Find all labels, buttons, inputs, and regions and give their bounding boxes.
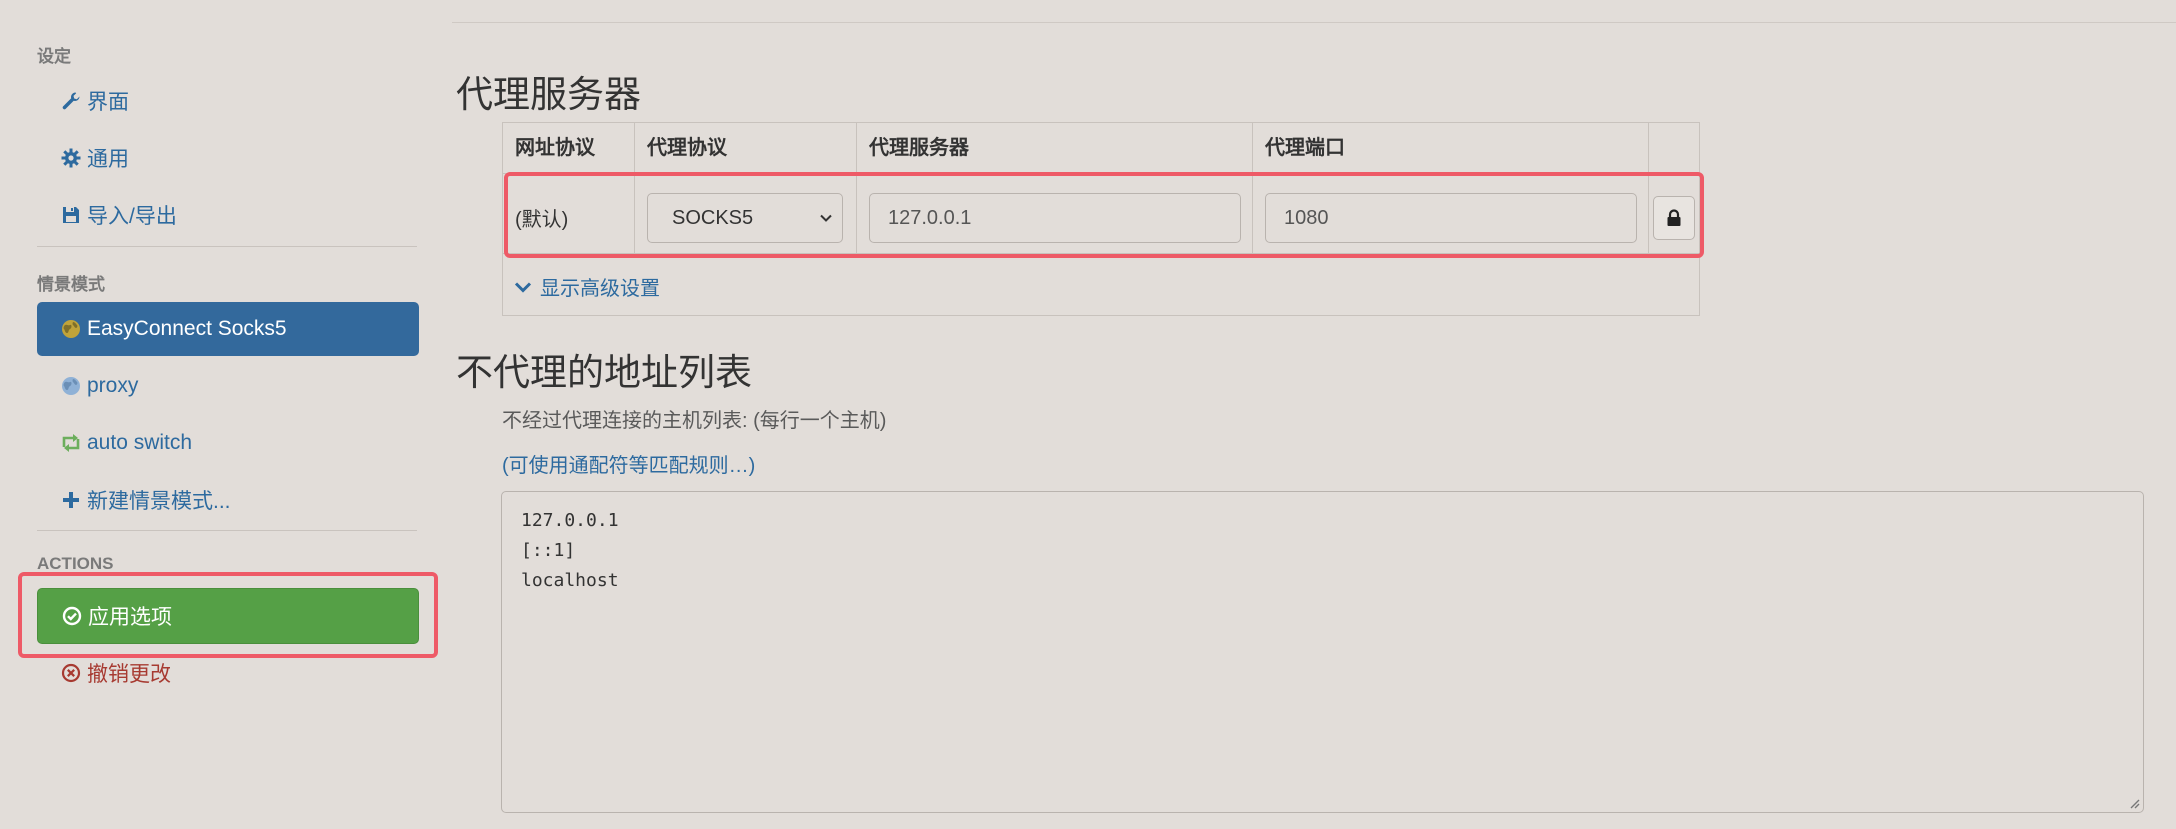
lock-button[interactable] bbox=[1653, 196, 1695, 240]
row-divider bbox=[503, 253, 1699, 254]
proxy-protocol-select[interactable]: SOCKS5 bbox=[647, 193, 843, 243]
proxy-table: 网址协议 代理协议 代理服务器 代理端口 (默认) SOCKS5 127.0.0… bbox=[502, 122, 1700, 316]
retweet-icon bbox=[59, 431, 83, 455]
bypass-entry: 127.0.0.1 bbox=[521, 510, 619, 531]
discard-changes-button[interactable]: 撤销更改 bbox=[37, 646, 419, 700]
column-divider bbox=[1252, 123, 1253, 254]
show-advanced-settings-label: 显示高级设置 bbox=[540, 278, 660, 300]
sidebar-item-import-export[interactable]: 导入/导出 bbox=[37, 188, 419, 242]
row-divider bbox=[503, 173, 1699, 174]
profile-easyconnect-socks5[interactable]: EasyConnect Socks5 bbox=[37, 302, 419, 356]
discard-changes-label: 撤销更改 bbox=[87, 663, 171, 686]
gear-icon bbox=[59, 146, 83, 170]
profiles-header: 情景模式 bbox=[37, 275, 105, 294]
resize-grip-icon[interactable] bbox=[2128, 797, 2140, 809]
check-circle-icon bbox=[60, 604, 84, 628]
close-circle-icon bbox=[59, 661, 83, 685]
profile-proxy[interactable]: proxy bbox=[37, 359, 419, 413]
actions-header: ACTIONS bbox=[37, 554, 114, 573]
bypass-entry: localhost bbox=[521, 570, 619, 591]
apply-options-button[interactable]: 应用选项 bbox=[37, 588, 419, 644]
sidebar-item-label: proxy bbox=[87, 374, 139, 397]
sidebar-item-label: 导入/导出 bbox=[87, 205, 177, 228]
bypass-list-textarea[interactable]: 127.0.0.1 [::1] localhost bbox=[501, 491, 2144, 813]
globe-icon bbox=[59, 317, 83, 341]
bypass-section-title: 不代理的地址列表 bbox=[456, 352, 752, 393]
sidebar-item-label: EasyConnect Socks5 bbox=[87, 317, 287, 340]
wrench-icon bbox=[59, 89, 83, 113]
bypass-entry: [::1] bbox=[521, 540, 576, 561]
profile-auto-switch[interactable]: auto switch bbox=[37, 416, 419, 470]
sidebar-item-label: 界面 bbox=[87, 91, 129, 114]
plus-icon bbox=[59, 488, 83, 512]
sidebar-item-label: 通用 bbox=[87, 148, 129, 171]
proxy-protocol-value: SOCKS5 bbox=[672, 206, 754, 229]
new-profile-button[interactable]: 新建情景模式... bbox=[37, 473, 419, 527]
column-divider bbox=[1648, 123, 1649, 254]
lock-icon bbox=[1666, 209, 1682, 227]
proxy-section-title: 代理服务器 bbox=[456, 74, 641, 115]
proxy-port-input[interactable]: 1080 bbox=[1265, 193, 1637, 243]
top-divider bbox=[452, 22, 2176, 23]
column-divider bbox=[634, 123, 635, 254]
settings-header: 设定 bbox=[37, 47, 71, 66]
floppy-icon bbox=[59, 203, 83, 227]
column-header-protocol: 代理协议 bbox=[647, 137, 727, 159]
column-header-port: 代理端口 bbox=[1265, 137, 1345, 159]
column-divider bbox=[856, 123, 857, 254]
wildcard-rules-link[interactable]: (可使用通配符等匹配规则…) bbox=[502, 449, 755, 478]
sidebar-item-general[interactable]: 通用 bbox=[37, 131, 419, 185]
scheme-default: (默认) bbox=[515, 209, 569, 231]
column-header-server: 代理服务器 bbox=[869, 137, 969, 159]
proxy-server-input[interactable]: 127.0.0.1 bbox=[869, 193, 1241, 243]
chevron-down-icon bbox=[818, 210, 834, 226]
column-header-scheme: 网址协议 bbox=[515, 137, 595, 159]
apply-options-label: 应用选项 bbox=[88, 606, 172, 629]
show-advanced-settings-link[interactable]: 显示高级设置 bbox=[514, 272, 660, 301]
sidebar-item-interface[interactable]: 界面 bbox=[37, 74, 419, 128]
bypass-hint: 不经过代理连接的主机列表: (每行一个主机) bbox=[502, 410, 887, 432]
sidebar-item-label: auto switch bbox=[87, 431, 193, 454]
divider bbox=[37, 246, 417, 247]
globe-icon bbox=[59, 374, 83, 398]
chevron-down-icon bbox=[514, 280, 540, 294]
sidebar-item-label: 新建情景模式... bbox=[87, 490, 231, 513]
sidebar: 设定 界面 通用 导入/导出 情景模式 EasyConnect Socks5 p… bbox=[0, 0, 430, 829]
divider bbox=[37, 530, 417, 531]
